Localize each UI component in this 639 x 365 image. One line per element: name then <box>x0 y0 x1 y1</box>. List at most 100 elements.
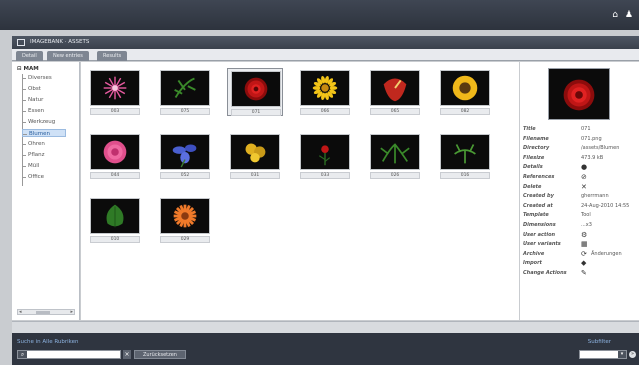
thumbnail-image[interactable] <box>90 198 140 234</box>
thumbnail-caption: 016 <box>440 172 490 179</box>
reset-button[interactable]: Zurücksetzen <box>134 350 186 359</box>
tree-root[interactable]: ⊟ MAM <box>17 66 39 72</box>
thumbnail-caption: 052 <box>160 172 210 179</box>
action-icon[interactable]: ⚙ <box>581 231 587 239</box>
thumbnail-caption: 026 <box>370 172 420 179</box>
user-icon[interactable]: ♟ <box>625 11 633 20</box>
asset-thumbnail[interactable]: 003 <box>87 68 143 116</box>
property-value: /assets/Blumen <box>581 145 620 152</box>
thumbnail-caption: 031 <box>230 172 280 179</box>
property-key: User variants <box>523 241 561 248</box>
flower-image <box>244 77 268 101</box>
property-key: Dimensions <box>523 222 556 228</box>
home-icon[interactable]: ⌂ <box>612 11 618 20</box>
asset-thumbnail[interactable]: 033 <box>297 132 353 180</box>
thumbnail-image[interactable] <box>300 134 350 170</box>
variants-icon[interactable]: ▦ <box>581 240 588 248</box>
thumbnail-caption: 033 <box>300 172 350 179</box>
subfilter-select[interactable]: ▾ <box>579 350 627 359</box>
property-key: Delete <box>523 183 542 190</box>
scroll-left-icon[interactable]: ◂ <box>19 309 22 315</box>
thumbnail-caption: 010 <box>90 236 140 243</box>
property-key: Import <box>523 260 542 267</box>
thumbnail-caption: 075 <box>160 108 210 115</box>
asset-thumbnail[interactable]: 016 <box>437 132 493 180</box>
property-value: 071 <box>581 126 591 132</box>
flower-image <box>380 143 410 164</box>
asset-thumbnail[interactable]: 065 <box>367 68 423 116</box>
tree-item-essen[interactable]: Essen <box>22 107 44 115</box>
property-row: Filesize 473.9 kB <box>523 155 637 163</box>
tree-scrollbar[interactable]: ◂ ▸ <box>17 309 75 315</box>
thumbnail-image[interactable] <box>230 134 280 170</box>
asset-thumbnail[interactable]: 010 <box>87 196 143 244</box>
property-row: Dimensions ...x3 <box>523 222 637 230</box>
tree-item-pflanz[interactable]: Pflanz <box>22 151 45 159</box>
property-value: gherrmann <box>581 193 609 200</box>
asset-thumbnail[interactable]: 075 <box>157 68 213 116</box>
tab-results[interactable]: Results <box>97 51 128 61</box>
thumbnail-image[interactable] <box>90 70 140 106</box>
detail-panel: Title 071 Filename 071.png Directory/assets/… <box>520 62 639 320</box>
scrollbar-thumb[interactable] <box>36 311 50 314</box>
property-row: Filename 071.png <box>523 136 637 144</box>
archive-icon[interactable]: ⟳ <box>581 250 587 258</box>
link-icon[interactable]: ⊘ <box>581 173 587 181</box>
asset-thumbnail[interactable]: 071 <box>227 68 283 116</box>
thumbnail-image[interactable] <box>300 70 350 106</box>
thumbnail-image[interactable] <box>231 71 281 107</box>
property-value: Tool <box>581 212 591 219</box>
property-key: Template <box>523 212 549 219</box>
search-input[interactable]: ⌕ <box>17 350 121 359</box>
pencil-icon[interactable]: ✎ <box>581 269 587 277</box>
tree-item-muell[interactable]: Müll <box>22 162 39 170</box>
tree-item-obst[interactable]: Obst <box>22 85 41 93</box>
chevron-down-icon[interactable]: ▾ <box>618 351 626 358</box>
search-bar: Suche in Alle Rubriken ⌕ × Zurücksetzen … <box>12 333 639 365</box>
tree-item-blumen[interactable]: Blumen <box>22 129 66 137</box>
thumbnail-image[interactable] <box>440 70 490 106</box>
tab-new-entries[interactable]: New entries <box>47 51 89 61</box>
property-row: User variants ▦ <box>523 240 637 249</box>
asset-thumbnail[interactable]: 044 <box>87 132 143 180</box>
flower-image <box>103 76 127 100</box>
property-value[interactable]: Änderungen <box>591 251 622 257</box>
thumbnail-image[interactable] <box>440 134 490 170</box>
asset-thumbnail[interactable]: 029 <box>157 196 213 244</box>
thumbnail-caption: 065 <box>370 108 420 115</box>
thumbnail-image[interactable] <box>160 134 210 170</box>
property-row: Change Actions ✎ <box>523 269 637 278</box>
thumbnail-image[interactable] <box>90 134 140 170</box>
thumbnail-image[interactable] <box>370 70 420 106</box>
delete-icon[interactable]: ✕ <box>581 183 587 191</box>
import-icon[interactable]: ◆ <box>581 259 586 267</box>
thumbnail-image[interactable] <box>160 198 210 234</box>
thumbnail-image[interactable] <box>370 134 420 170</box>
clear-search-button[interactable]: × <box>123 350 131 359</box>
flower-image <box>173 204 197 228</box>
thumbnail-caption: 071 <box>231 109 281 116</box>
scroll-right-icon[interactable]: ▸ <box>70 309 73 315</box>
tab-detail[interactable]: Detail <box>16 51 43 61</box>
property-row: Import ◆ <box>523 259 637 268</box>
tree-item-natur[interactable]: Natur <box>22 96 43 104</box>
subfilter-go-button[interactable]: » <box>629 351 636 358</box>
search-icon[interactable]: ⌕ <box>18 351 27 358</box>
property-key: Directory <box>523 145 550 152</box>
asset-thumbnail[interactable]: 052 <box>157 132 213 180</box>
property-row: Title 071 <box>523 126 637 134</box>
asset-thumbnail[interactable]: 031 <box>227 132 283 180</box>
tree-item-werkzeug[interactable]: Werkzeug <box>22 118 55 126</box>
asset-thumbnail[interactable]: 082 <box>437 68 493 116</box>
folder-tree: ⊟ MAM Diverses Obst Natur Essen Werkzeug… <box>12 62 80 320</box>
tree-item-diverses[interactable]: Diverses <box>22 74 52 82</box>
info-icon[interactable]: ● <box>581 163 587 171</box>
thumbnail-image[interactable] <box>160 70 210 106</box>
tree-item-ohren[interactable]: Ohren <box>22 140 45 148</box>
asset-thumbnail[interactable]: 066 <box>297 68 353 116</box>
flower-image <box>454 144 476 164</box>
asset-thumbnail[interactable]: 026 <box>367 132 423 180</box>
flower-image <box>245 143 266 163</box>
tree-item-office[interactable]: Office <box>22 173 44 181</box>
property-key: Filesize <box>523 154 545 161</box>
